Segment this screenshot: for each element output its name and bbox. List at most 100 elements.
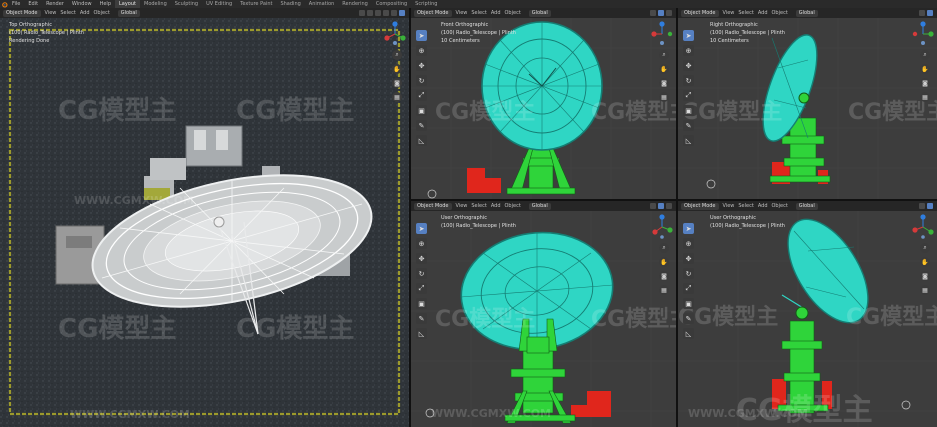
move-tool-icon[interactable]: ✥ [416, 253, 427, 264]
measure-tool-icon[interactable]: ◺ [683, 328, 694, 339]
measure-tool-icon[interactable]: ◺ [416, 135, 427, 146]
rotate-tool-icon[interactable]: ↻ [683, 75, 694, 86]
select-menu[interactable]: Select [738, 203, 753, 209]
overlays-icon[interactable] [650, 203, 656, 209]
pan-hand-icon[interactable]: ✋ [392, 64, 402, 74]
rotate-tool-icon[interactable]: ↻ [683, 268, 694, 279]
select-tool-icon[interactable]: ➤ [683, 30, 694, 41]
object-menu[interactable]: Object [772, 10, 788, 16]
view-menu[interactable]: View [723, 203, 735, 209]
menu-render[interactable]: Render [42, 0, 68, 8]
workspace-tab-scripting[interactable]: Scripting [411, 0, 441, 8]
object-mode-dropdown[interactable]: Object Mode [3, 9, 41, 17]
scale-tool-icon[interactable]: ⤢ [416, 90, 427, 101]
select-tool-icon[interactable]: ➤ [416, 223, 427, 234]
annotate-tool-icon[interactable]: ✎ [683, 313, 694, 324]
zoom-icon[interactable]: ⌕ [920, 50, 930, 60]
annotate-tool-icon[interactable]: ✎ [416, 313, 427, 324]
wireframe-shading-icon[interactable] [658, 10, 664, 16]
wireframe-shading-icon[interactable] [927, 10, 933, 16]
pan-hand-icon[interactable]: ✋ [659, 257, 669, 267]
pan-hand-icon[interactable]: ✋ [920, 257, 930, 267]
area-divider[interactable] [409, 8, 411, 427]
viewport-front-orthographic[interactable]: Object Mode View Select Add Object Globa… [411, 8, 676, 199]
object-mode-dropdown[interactable]: Object Mode [414, 9, 452, 17]
snap-icon[interactable] [359, 10, 365, 16]
view-menu[interactable]: View [456, 203, 468, 209]
zoom-icon[interactable]: ⌕ [659, 243, 669, 253]
solid-shading-icon[interactable] [666, 203, 672, 209]
move-tool-icon[interactable]: ✥ [683, 60, 694, 71]
view-menu[interactable]: View [45, 10, 57, 16]
select-menu[interactable]: Select [471, 203, 486, 209]
add-menu[interactable]: Add [758, 203, 768, 209]
viewport-user-orthographic-left[interactable]: Object Mode View Select Add Object Globa… [411, 201, 676, 427]
select-tool-icon[interactable]: ➤ [683, 223, 694, 234]
transform-orientation-dropdown[interactable]: Global [795, 202, 818, 210]
overlays-icon[interactable] [919, 203, 925, 209]
navigation-gizmo[interactable] [651, 20, 673, 46]
workspace-tab-uv-editing[interactable]: UV Editing [202, 0, 236, 8]
grid-perspective-icon[interactable]: ▦ [920, 92, 930, 102]
grid-perspective-icon[interactable]: ▦ [920, 285, 930, 295]
camera-view-icon[interactable]: ◙ [659, 271, 669, 281]
pan-hand-icon[interactable]: ✋ [659, 64, 669, 74]
wireframe-shading-icon[interactable] [658, 203, 664, 209]
transform-tool-icon[interactable]: ▣ [416, 298, 427, 309]
menu-file[interactable]: File [8, 0, 24, 8]
overlays-icon[interactable] [375, 10, 381, 16]
transform-tool-icon[interactable]: ▣ [416, 105, 427, 116]
add-menu[interactable]: Add [80, 10, 90, 16]
zoom-icon[interactable]: ⌕ [659, 50, 669, 60]
workspace-tab-modeling[interactable]: Modeling [140, 0, 171, 8]
transform-orientation-dropdown[interactable]: Global [528, 9, 551, 17]
annotate-tool-icon[interactable]: ✎ [416, 120, 427, 131]
viewport-top-orthographic[interactable]: Object Mode View Select Add Object Globa… [0, 8, 409, 427]
navigation-gizmo[interactable] [912, 213, 934, 239]
transform-orientation-dropdown[interactable]: Global [117, 9, 140, 17]
menu-edit[interactable]: Edit [24, 0, 42, 8]
workspace-tab-animation[interactable]: Animation [305, 0, 339, 8]
view-menu[interactable]: View [456, 10, 468, 16]
area-divider[interactable] [676, 8, 678, 427]
move-tool-icon[interactable]: ✥ [416, 60, 427, 71]
select-tool-icon[interactable]: ➤ [416, 30, 427, 41]
navigation-gizmo[interactable] [651, 213, 673, 239]
grid-perspective-icon[interactable]: ▦ [659, 285, 669, 295]
object-menu[interactable]: Object [505, 10, 521, 16]
camera-view-icon[interactable]: ◙ [920, 271, 930, 281]
pan-hand-icon[interactable]: ✋ [920, 64, 930, 74]
rendered-shading-icon[interactable] [399, 10, 405, 16]
workspace-tab-texture-paint[interactable]: Texture Paint [236, 0, 276, 8]
cursor-tool-icon[interactable]: ⊕ [416, 238, 427, 249]
overlays-icon[interactable] [919, 10, 925, 16]
menu-window[interactable]: Window [68, 0, 96, 8]
workspace-tab-sculpting[interactable]: Sculpting [171, 0, 202, 8]
workspace-tab-compositing[interactable]: Compositing [372, 0, 411, 8]
object-menu[interactable]: Object [772, 203, 788, 209]
measure-tool-icon[interactable]: ◺ [683, 135, 694, 146]
solid-shading-icon[interactable] [391, 10, 397, 16]
wireframe-shading-icon[interactable] [927, 203, 933, 209]
camera-view-icon[interactable]: ◙ [920, 78, 930, 88]
blender-logo-icon[interactable] [0, 0, 8, 8]
measure-tool-icon[interactable]: ◺ [416, 328, 427, 339]
area-divider[interactable] [411, 199, 937, 201]
object-mode-dropdown[interactable]: Object Mode [414, 202, 452, 210]
select-menu[interactable]: Select [738, 10, 753, 16]
transform-tool-icon[interactable]: ▣ [683, 298, 694, 309]
move-tool-icon[interactable]: ✥ [683, 253, 694, 264]
add-menu[interactable]: Add [491, 10, 501, 16]
menu-help[interactable]: Help [96, 0, 115, 8]
view-menu[interactable]: View [723, 10, 735, 16]
scale-tool-icon[interactable]: ⤢ [416, 283, 427, 294]
cursor-tool-icon[interactable]: ⊕ [683, 45, 694, 56]
transform-tool-icon[interactable]: ▣ [683, 105, 694, 116]
select-menu[interactable]: Select [471, 10, 486, 16]
camera-view-icon[interactable]: ◙ [392, 78, 402, 88]
navigation-gizmo[interactable] [384, 20, 406, 46]
wireframe-shading-icon[interactable] [383, 10, 389, 16]
scale-tool-icon[interactable]: ⤢ [683, 283, 694, 294]
cursor-tool-icon[interactable]: ⊕ [416, 45, 427, 56]
proportional-edit-icon[interactable] [367, 10, 373, 16]
